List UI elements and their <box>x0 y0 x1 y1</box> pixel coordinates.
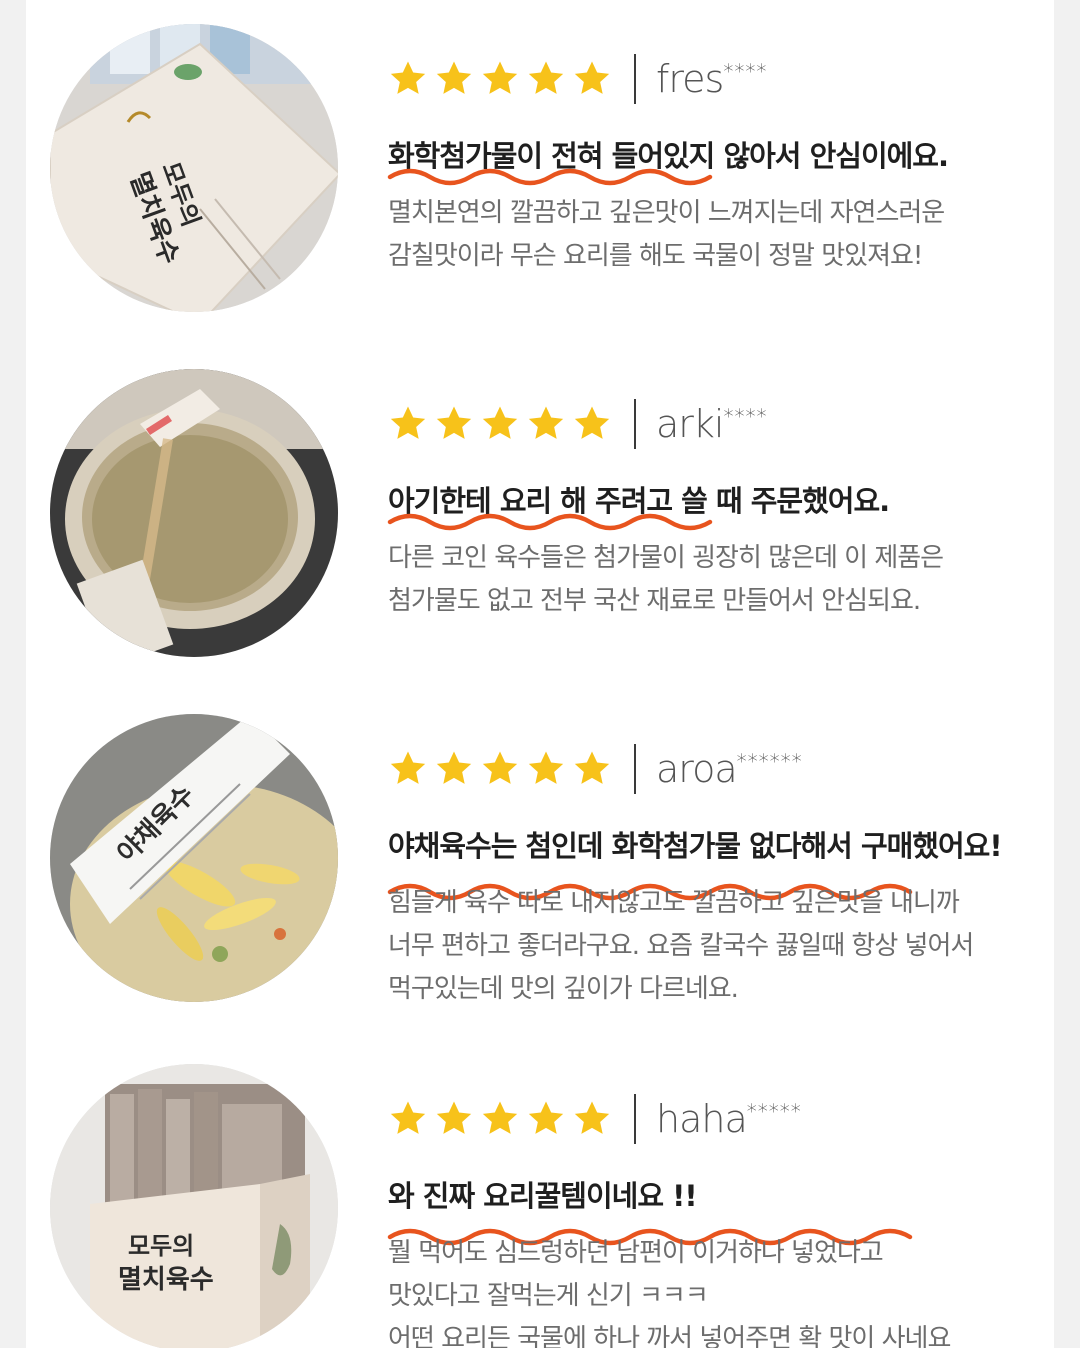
highlight-underline <box>387 168 713 186</box>
review-line: 첨가물도 없고 전부 국산 재료로 만들어서 안심되요. <box>388 586 921 616</box>
review-line: 멸치본연의 깔끔하고 깊은맛이 느껴지는데 자연스러운 <box>388 198 945 228</box>
review-line: 힘들게 육수 따로 내지않고도 깔끔하고 깊은맛을 내니까 <box>388 888 960 918</box>
svg-text:멸치육수: 멸치육수 <box>118 1265 214 1295</box>
review-photo: 모두의 멸치육수 <box>50 24 338 312</box>
review-line: 감칠맛이라 무슨 요리를 해도 국물이 정말 맛있져요! <box>388 241 923 271</box>
star-rating <box>388 59 612 99</box>
star-icon <box>528 406 564 439</box>
reviewer-mask: ***** <box>746 1099 802 1124</box>
highlight-underline <box>387 513 713 531</box>
star-rating <box>388 749 612 789</box>
review-header: haha***** <box>388 1092 802 1146</box>
review-body: 다른 코인 육수들은 첨가물이 굉장히 많은데 이 제품은 첨가물도 없고 전부… <box>388 537 1048 623</box>
review-body: 뭘 먹어도 심드렁하던 남편이 이거하나 넣었다고 맛있다고 잘먹는게 신기 ㅋ… <box>388 1232 1048 1348</box>
review-line: 너무 편하고 좋더라구요. 요즘 칼국수 끓일때 항상 넣어서 <box>388 931 974 961</box>
header-divider <box>634 54 636 104</box>
star-icon <box>436 751 472 784</box>
right-margin <box>1054 0 1080 1348</box>
reviewer-name: aroa****** <box>656 747 803 791</box>
review-photo <box>50 369 338 657</box>
star-icon <box>482 61 518 94</box>
review-line: 뭘 먹어도 심드렁하던 남편이 이거하나 넣었다고 <box>388 1238 884 1268</box>
review-page: 모두의 멸치육수 fres**** 화학첨가물이 전혀 들어있지 않아서 안심이… <box>0 0 1080 1348</box>
review-photo: 야채육수 <box>50 714 338 1002</box>
reviewer-mask: ****** <box>736 749 803 774</box>
star-icon <box>574 406 610 439</box>
header-divider <box>634 1094 636 1144</box>
star-rating <box>388 1099 612 1139</box>
star-icon <box>482 751 518 784</box>
star-icon <box>436 406 472 439</box>
review-body: 힘들게 육수 따로 내지않고도 깔끔하고 깊은맛을 내니까 너무 편하고 좋더라… <box>388 882 1048 1011</box>
reviewer-mask: **** <box>723 404 768 429</box>
star-icon <box>390 406 426 439</box>
star-icon <box>574 1101 610 1134</box>
review-header: aroa****** <box>388 742 803 796</box>
review-title: 야채육수는 첨인데 화학첨가물 없다해서 구매했어요! <box>388 829 1003 863</box>
review-line: 먹구있는데 맛의 깊이가 다르네요. <box>388 974 739 1004</box>
package-text: 모두의 <box>128 1232 194 1260</box>
reviewer-name: arki**** <box>656 402 768 446</box>
review-title: 와 진짜 요리꿀템이네요 !! <box>388 1179 698 1213</box>
header-divider <box>634 399 636 449</box>
star-icon <box>482 406 518 439</box>
star-icon <box>390 751 426 784</box>
review-line: 맛있다고 잘먹는게 신기 ㅋㅋㅋ <box>388 1281 709 1311</box>
review-header: arki**** <box>388 397 767 451</box>
reviewer-name: haha***** <box>656 1097 802 1141</box>
star-rating <box>388 404 612 444</box>
review-body: 멸치본연의 깔끔하고 깊은맛이 느껴지는데 자연스러운 감칠맛이라 무슨 요리를… <box>388 192 1048 278</box>
review-line: 다른 코인 육수들은 첨가물이 굉장히 많은데 이 제품은 <box>388 543 944 573</box>
star-icon <box>528 751 564 784</box>
star-icon <box>528 1101 564 1134</box>
star-icon <box>528 61 564 94</box>
star-icon <box>390 1101 426 1134</box>
reviewer-name: fres**** <box>656 57 768 101</box>
review-header: fres**** <box>388 52 767 106</box>
header-divider <box>634 744 636 794</box>
star-icon <box>436 61 472 94</box>
left-margin <box>0 0 26 1348</box>
review-photo: 모두의 멸치육수 <box>50 1064 338 1348</box>
review-line: 어떤 요리든 국물에 하나 까서 넣어주면 확 맛이 사네요 <box>388 1324 951 1348</box>
reviewer-mask: **** <box>723 59 768 84</box>
star-icon <box>436 1101 472 1134</box>
star-icon <box>574 61 610 94</box>
star-icon <box>390 61 426 94</box>
star-icon <box>482 1101 518 1134</box>
star-icon <box>574 751 610 784</box>
